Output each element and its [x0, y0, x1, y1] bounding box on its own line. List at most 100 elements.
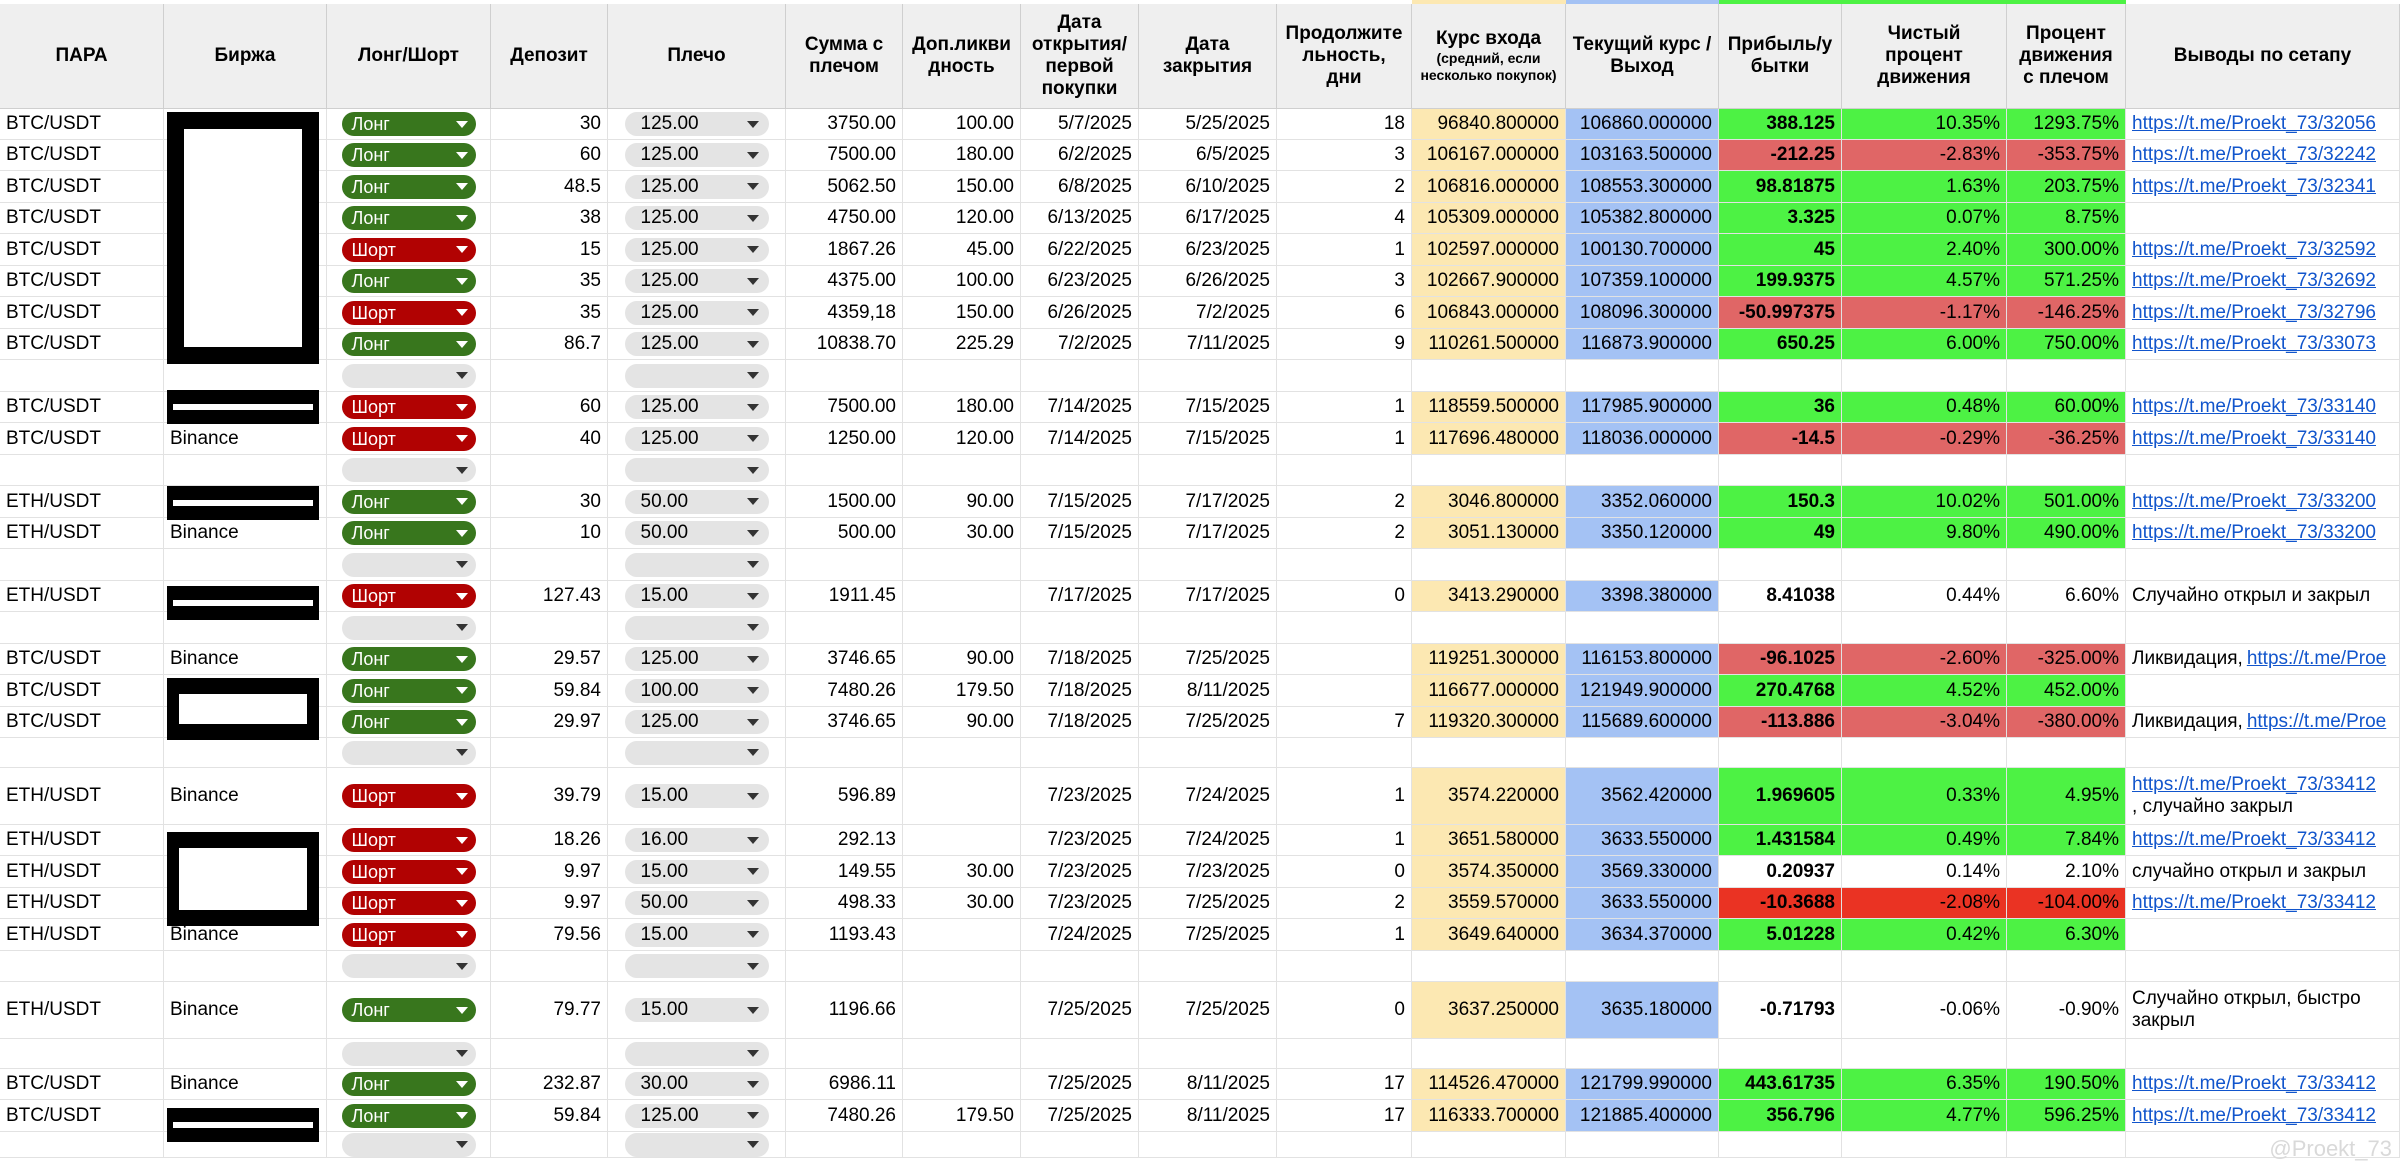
- exit-price-cell[interactable]: 3635.180000: [1566, 982, 1719, 1039]
- open-date-cell[interactable]: [1021, 455, 1139, 486]
- close-date-cell[interactable]: 6/26/2025: [1139, 266, 1277, 297]
- close-date-cell[interactable]: [1139, 1132, 1277, 1158]
- deposit-cell[interactable]: 48.5: [491, 171, 608, 203]
- close-date-cell[interactable]: [1139, 360, 1277, 392]
- entry-price-cell[interactable]: 106167.000000: [1412, 140, 1566, 171]
- liquidity-cell[interactable]: [903, 549, 1021, 581]
- open-date-cell[interactable]: 7/18/2025: [1021, 675, 1139, 707]
- notes-cell[interactable]: https://t.me/Proekt_73/33412: [2126, 888, 2400, 919]
- chevron-down-icon[interactable]: [746, 246, 759, 253]
- side-cell[interactable]: Шорт: [327, 297, 491, 329]
- net-pct-cell[interactable]: [1842, 951, 2007, 982]
- exit-price-cell[interactable]: 116153.800000: [1566, 644, 1719, 675]
- entry-price-cell[interactable]: [1412, 549, 1566, 581]
- leverage-dropdown[interactable]: 125.00: [624, 174, 769, 199]
- pair-cell[interactable]: ETH/USDT: [0, 518, 164, 549]
- sum-cell[interactable]: 7500.00: [786, 392, 903, 423]
- net-pct-cell[interactable]: 0.07%: [1842, 203, 2007, 234]
- pnl-cell[interactable]: 1.969605: [1719, 768, 1842, 825]
- exchange-cell[interactable]: Binance: [164, 982, 327, 1039]
- deposit-cell[interactable]: 39.79: [491, 768, 608, 825]
- exit-price-cell[interactable]: 107359.100000: [1566, 266, 1719, 297]
- net-pct-cell[interactable]: -2.08%: [1842, 888, 2007, 919]
- sum-cell[interactable]: 149.55: [786, 856, 903, 888]
- side-dropdown[interactable]: [341, 954, 476, 978]
- lev-pct-cell[interactable]: 7.84%: [2007, 825, 2126, 856]
- notes-cell[interactable]: Случайно открыл и закрыл: [2126, 581, 2400, 612]
- side-dropdown[interactable]: Шорт: [341, 426, 476, 451]
- liquidity-cell[interactable]: [903, 825, 1021, 856]
- chevron-down-icon[interactable]: [455, 277, 468, 285]
- open-date-cell[interactable]: 7/15/2025: [1021, 518, 1139, 549]
- side-dropdown[interactable]: Лонг: [341, 489, 476, 514]
- leverage-cell[interactable]: [608, 360, 786, 392]
- open-date-cell[interactable]: 6/26/2025: [1021, 297, 1139, 329]
- deposit-cell[interactable]: [491, 455, 608, 486]
- pair-cell[interactable]: BTC/USDT: [0, 675, 164, 707]
- entry-price-cell[interactable]: 119251.300000: [1412, 644, 1566, 675]
- pair-cell[interactable]: [0, 738, 164, 768]
- sum-cell[interactable]: 498.33: [786, 888, 903, 919]
- duration-cell[interactable]: [1277, 455, 1412, 486]
- leverage-dropdown[interactable]: 125.00: [624, 710, 769, 734]
- leverage-dropdown[interactable]: 30.00: [624, 1072, 769, 1096]
- chevron-down-icon[interactable]: [455, 749, 468, 756]
- sum-cell[interactable]: 7500.00: [786, 140, 903, 171]
- leverage-dropdown[interactable]: 16.00: [624, 828, 769, 852]
- close-date-cell[interactable]: [1139, 612, 1277, 644]
- chevron-down-icon[interactable]: [746, 1006, 759, 1014]
- leverage-dropdown[interactable]: 125.00: [624, 1103, 769, 1128]
- chevron-down-icon[interactable]: [746, 183, 759, 190]
- side-cell[interactable]: [327, 549, 491, 581]
- close-date-cell[interactable]: [1139, 738, 1277, 768]
- side-cell[interactable]: [327, 455, 491, 486]
- duration-cell[interactable]: [1277, 951, 1412, 982]
- sum-cell[interactable]: [786, 360, 903, 392]
- pair-cell[interactable]: BTC/USDT: [0, 423, 164, 455]
- liquidity-cell[interactable]: 120.00: [903, 423, 1021, 455]
- pair-cell[interactable]: BTC/USDT: [0, 1100, 164, 1132]
- chevron-down-icon[interactable]: [746, 592, 759, 600]
- notes-cell[interactable]: [2126, 951, 2400, 982]
- exit-price-cell[interactable]: 106860.000000: [1566, 109, 1719, 140]
- side-dropdown[interactable]: Лонг: [341, 521, 476, 545]
- open-date-cell[interactable]: [1021, 549, 1139, 581]
- notes-cell[interactable]: https://t.me/Proekt_73/33412, случайно з…: [2126, 768, 2400, 825]
- deposit-cell[interactable]: 79.77: [491, 982, 608, 1039]
- side-cell[interactable]: Лонг: [327, 1069, 491, 1100]
- duration-cell[interactable]: 2: [1277, 171, 1412, 203]
- leverage-dropdown[interactable]: 15.00: [624, 998, 769, 1022]
- entry-price-cell[interactable]: 3574.350000: [1412, 856, 1566, 888]
- entry-price-cell[interactable]: 114526.470000: [1412, 1069, 1566, 1100]
- entry-price-cell[interactable]: 3649.640000: [1412, 919, 1566, 951]
- exit-price-cell[interactable]: 105382.800000: [1566, 203, 1719, 234]
- deposit-cell[interactable]: [491, 612, 608, 644]
- chevron-down-icon[interactable]: [746, 120, 759, 128]
- liquidity-cell[interactable]: 150.00: [903, 171, 1021, 203]
- liquidity-cell[interactable]: [903, 581, 1021, 612]
- entry-price-cell[interactable]: 3574.220000: [1412, 768, 1566, 825]
- net-pct-cell[interactable]: 0.49%: [1842, 825, 2007, 856]
- duration-cell[interactable]: 1: [1277, 234, 1412, 266]
- chevron-down-icon[interactable]: [455, 836, 468, 844]
- side-dropdown[interactable]: Шорт: [341, 395, 476, 419]
- pair-cell[interactable]: BTC/USDT: [0, 140, 164, 171]
- chevron-down-icon[interactable]: [746, 151, 759, 159]
- chevron-down-icon[interactable]: [455, 214, 468, 222]
- lev-pct-cell[interactable]: -36.25%: [2007, 423, 2126, 455]
- exchange-cell[interactable]: Binance: [164, 423, 327, 455]
- sum-cell[interactable]: 7480.26: [786, 1100, 903, 1132]
- exit-price-cell[interactable]: [1566, 1039, 1719, 1069]
- sum-cell[interactable]: [786, 738, 903, 768]
- side-cell[interactable]: Лонг: [327, 171, 491, 203]
- duration-cell[interactable]: 0: [1277, 982, 1412, 1039]
- deposit-cell[interactable]: 9.97: [491, 856, 608, 888]
- chevron-down-icon[interactable]: [455, 962, 468, 970]
- chevron-down-icon[interactable]: [455, 868, 468, 875]
- leverage-dropdown[interactable]: [624, 1041, 769, 1066]
- notes-cell[interactable]: https://t.me/Proekt_73/33140: [2126, 392, 2400, 423]
- deposit-cell[interactable]: 79.56: [491, 919, 608, 951]
- exit-price-cell[interactable]: [1566, 738, 1719, 768]
- pair-cell[interactable]: BTC/USDT: [0, 234, 164, 266]
- exit-price-cell[interactable]: 103163.500000: [1566, 140, 1719, 171]
